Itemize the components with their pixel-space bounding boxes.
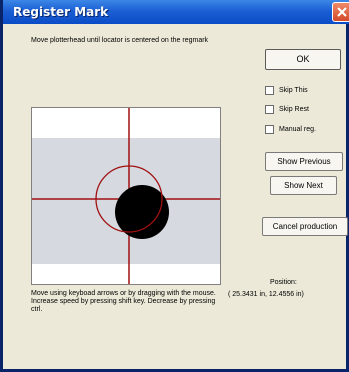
locator-view[interactable] bbox=[31, 107, 221, 285]
manual-reg-box[interactable] bbox=[265, 125, 274, 134]
register-mark-dialog: Register Mark Move plotterhead until loc… bbox=[0, 0, 349, 372]
close-icon bbox=[337, 7, 347, 17]
skip-rest-box[interactable] bbox=[265, 105, 274, 114]
locator-canvas[interactable] bbox=[32, 108, 220, 284]
instruction-text: Move plotterhead until locator is center… bbox=[31, 37, 209, 44]
position-value: ( 25.3431 in, 12.4556 in) bbox=[228, 291, 304, 298]
position-label: Position: bbox=[270, 279, 297, 286]
title-bar[interactable]: Register Mark bbox=[3, 0, 349, 24]
ok-button[interactable]: OK bbox=[265, 49, 341, 70]
close-button[interactable] bbox=[332, 2, 349, 22]
show-previous-button[interactable]: Show Previous bbox=[265, 152, 343, 171]
manual-reg-label: Manual reg. bbox=[279, 126, 316, 133]
cancel-production-button[interactable]: Cancel production bbox=[262, 217, 348, 236]
skip-this-label: Skip This bbox=[279, 87, 308, 94]
skip-rest-label: Skip Rest bbox=[279, 106, 309, 113]
window-title: Register Mark bbox=[13, 5, 109, 19]
skip-this-box[interactable] bbox=[265, 86, 274, 95]
show-next-button[interactable]: Show Next bbox=[270, 176, 337, 195]
help-text: Move using keyboad arrows or by dragging… bbox=[31, 290, 216, 313]
